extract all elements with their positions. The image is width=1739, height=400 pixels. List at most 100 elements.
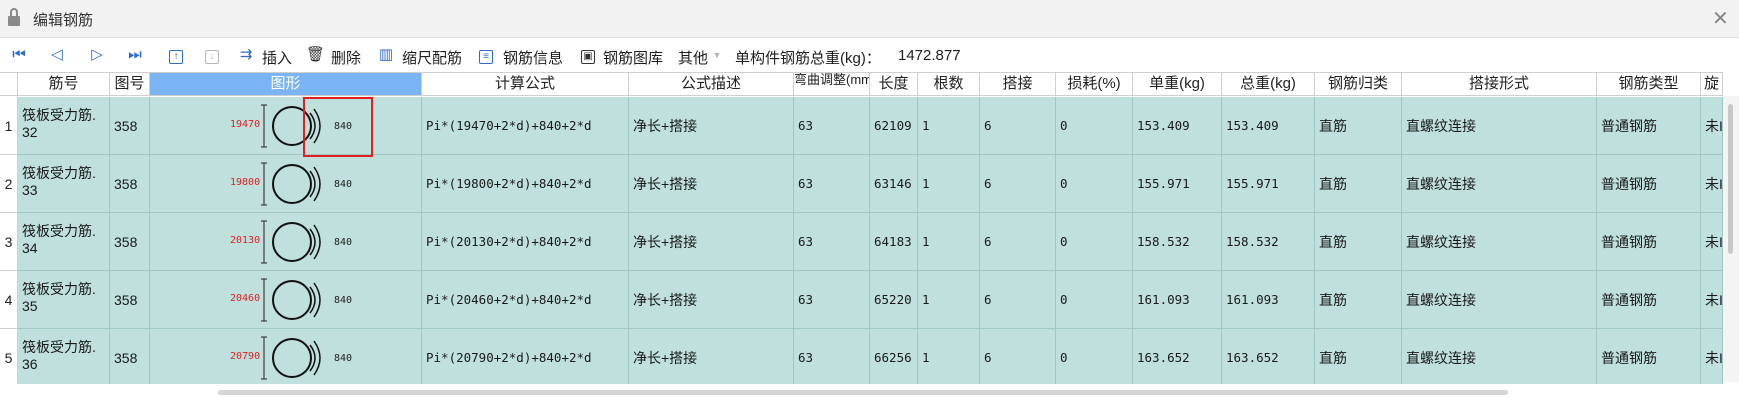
cell-category[interactable]: 直筋 (1315, 155, 1402, 213)
cell-loss[interactable]: 0 (1056, 329, 1133, 387)
header-formula[interactable]: 计算公式 (422, 72, 629, 96)
cell-extra[interactable]: 未I (1701, 213, 1723, 271)
header-rebar-type[interactable]: 钢筋类型 (1597, 72, 1701, 96)
cell-lap-type[interactable]: 直螺纹连接 (1402, 329, 1597, 387)
header-lap[interactable]: 搭接 (980, 72, 1056, 96)
cell-fig[interactable]: 358 (110, 155, 150, 213)
scale-rebar-button[interactable]: 缩尺配筋 (402, 47, 462, 68)
cell-total[interactable]: 163.652 (1222, 329, 1315, 387)
cell-bar-no[interactable]: 筏板受力筋. 36 (18, 329, 110, 387)
cell-extra[interactable]: 未I (1701, 155, 1723, 213)
cell-bend[interactable]: 63 (794, 271, 870, 329)
row-number[interactable]: 5 (0, 329, 18, 387)
cell-bend[interactable]: 63 (794, 97, 870, 155)
cell-lap-type[interactable]: 直螺纹连接 (1402, 97, 1597, 155)
cell-lap[interactable]: 6 (980, 155, 1056, 213)
cell-loss[interactable]: 0 (1056, 97, 1133, 155)
cell-shape[interactable]: 20460 840 (150, 271, 422, 329)
table-row[interactable]: 筏板受力筋. 35 20460 840 358 Pi*(20460+2*d)+840+2*… (18, 271, 1723, 329)
cell-desc[interactable]: 净长+搭接 (629, 213, 794, 271)
cell-rebar-type[interactable]: 普通钢筋 (1597, 155, 1701, 213)
cell-shape[interactable]: 20790 840 (150, 329, 422, 387)
vertical-scrollbar[interactable] (1723, 96, 1739, 382)
cell-lap[interactable]: 6 (980, 213, 1056, 271)
cell-count[interactable]: 1 (918, 213, 980, 271)
cell-category[interactable]: 直筋 (1315, 271, 1402, 329)
cell-bend[interactable]: 63 (794, 329, 870, 387)
move-down-icon[interactable]: ↓ (203, 45, 221, 65)
cell-extra[interactable]: 未I (1701, 271, 1723, 329)
cell-count[interactable]: 1 (918, 97, 980, 155)
cell-formula[interactable]: Pi*(20130+2*d)+840+2*d (422, 213, 629, 271)
dropdown-icon[interactable]: ▼ (711, 45, 723, 65)
cell-loss[interactable]: 0 (1056, 213, 1133, 271)
cell-fig[interactable]: 358 (110, 271, 150, 329)
cell-unit[interactable]: 163.652 (1133, 329, 1222, 387)
insert-button[interactable]: 插入 (262, 47, 292, 68)
cell-formula[interactable]: Pi*(20460+2*d)+840+2*d (422, 271, 629, 329)
first-icon[interactable]: ⏮ (10, 45, 28, 65)
move-up-icon[interactable]: ↑ (167, 45, 185, 65)
cell-count[interactable]: 1 (918, 329, 980, 387)
cell-category[interactable]: 直筋 (1315, 213, 1402, 271)
header-category[interactable]: 钢筋归类 (1315, 72, 1402, 96)
header-unit-weight[interactable]: 单重(kg) (1133, 72, 1222, 96)
header-desc[interactable]: 公式描述 (629, 72, 794, 96)
cell-length[interactable]: 66256 (870, 329, 918, 387)
horizontal-scroll-thumb[interactable] (218, 390, 1508, 395)
cell-bend[interactable]: 63 (794, 155, 870, 213)
cell-shape[interactable]: 19800 840 (150, 155, 422, 213)
vertical-scroll-thumb[interactable] (1728, 104, 1733, 254)
close-icon[interactable]: ✕ (1712, 6, 1729, 31)
delete-icon[interactable]: 🗑 (306, 45, 325, 65)
cell-rebar-type[interactable]: 普通钢筋 (1597, 97, 1701, 155)
cell-length[interactable]: 63146 (870, 155, 918, 213)
cell-length[interactable]: 64183 (870, 213, 918, 271)
cell-lap[interactable]: 6 (980, 97, 1056, 155)
cell-bar-no[interactable]: 筏板受力筋. 33 (18, 155, 110, 213)
cell-lap-type[interactable]: 直螺纹连接 (1402, 155, 1597, 213)
header-count[interactable]: 根数 (918, 72, 980, 96)
cell-extra[interactable]: 未I (1701, 97, 1723, 155)
cell-extra[interactable]: 未I (1701, 329, 1723, 387)
delete-button[interactable]: 删除 (331, 47, 361, 68)
cell-lap-type[interactable]: 直螺纹连接 (1402, 213, 1597, 271)
cell-unit[interactable]: 155.971 (1133, 155, 1222, 213)
next-icon[interactable]: ▷ (88, 45, 106, 65)
cell-loss[interactable]: 0 (1056, 271, 1133, 329)
header-shape[interactable]: 图形 (150, 72, 422, 96)
cell-category[interactable]: 直筋 (1315, 97, 1402, 155)
cell-category[interactable]: 直筋 (1315, 329, 1402, 387)
cell-loss[interactable]: 0 (1056, 155, 1133, 213)
cell-unit[interactable]: 153.409 (1133, 97, 1222, 155)
insert-icon[interactable]: ⇉ (236, 45, 256, 65)
row-number[interactable]: 2 (0, 155, 18, 213)
cell-total[interactable]: 161.093 (1222, 271, 1315, 329)
cell-desc[interactable]: 净长+搭接 (629, 329, 794, 387)
table-row[interactable]: 筏板受力筋. 36 20790 840 358 Pi*(20790+2*d)+840+2*… (18, 329, 1723, 387)
table-row[interactable]: 筏板受力筋. 33 19800 840 358 Pi*(19800+2*d)+840+2*… (18, 155, 1723, 213)
rebar-info-button[interactable]: 钢筋信息 (503, 47, 563, 68)
cell-formula[interactable]: Pi*(19470+2*d)+840+2*d (422, 97, 629, 155)
rebar-library-button[interactable]: 钢筋图库 (603, 47, 663, 68)
cell-rebar-type[interactable]: 普通钢筋 (1597, 271, 1701, 329)
header-bar-no[interactable]: 筋号 (18, 72, 110, 96)
header-extra[interactable]: 旋 (1701, 72, 1723, 96)
row-number[interactable]: 4 (0, 271, 18, 329)
cell-desc[interactable]: 净长+搭接 (629, 271, 794, 329)
header-bend-adjust[interactable]: 弯曲调整(mm) (794, 72, 870, 96)
cell-bar-no[interactable]: 筏板受力筋. 32 (18, 97, 110, 155)
last-icon[interactable]: ⏭ (126, 45, 144, 65)
header-length[interactable]: 长度 (870, 72, 918, 96)
row-number[interactable]: 3 (0, 213, 18, 271)
header-loss[interactable]: 损耗(%) (1056, 72, 1133, 96)
other-menu[interactable]: 其他 (678, 47, 708, 68)
cell-bar-no[interactable]: 筏板受力筋. 35 (18, 271, 110, 329)
prev-icon[interactable]: ◁ (48, 45, 66, 65)
cell-unit[interactable]: 158.532 (1133, 213, 1222, 271)
cell-rebar-type[interactable]: 普通钢筋 (1597, 329, 1701, 387)
cell-length[interactable]: 62109 (870, 97, 918, 155)
cell-lap[interactable]: 6 (980, 329, 1056, 387)
cell-formula[interactable]: Pi*(20790+2*d)+840+2*d (422, 329, 629, 387)
cell-total[interactable]: 153.409 (1222, 97, 1315, 155)
